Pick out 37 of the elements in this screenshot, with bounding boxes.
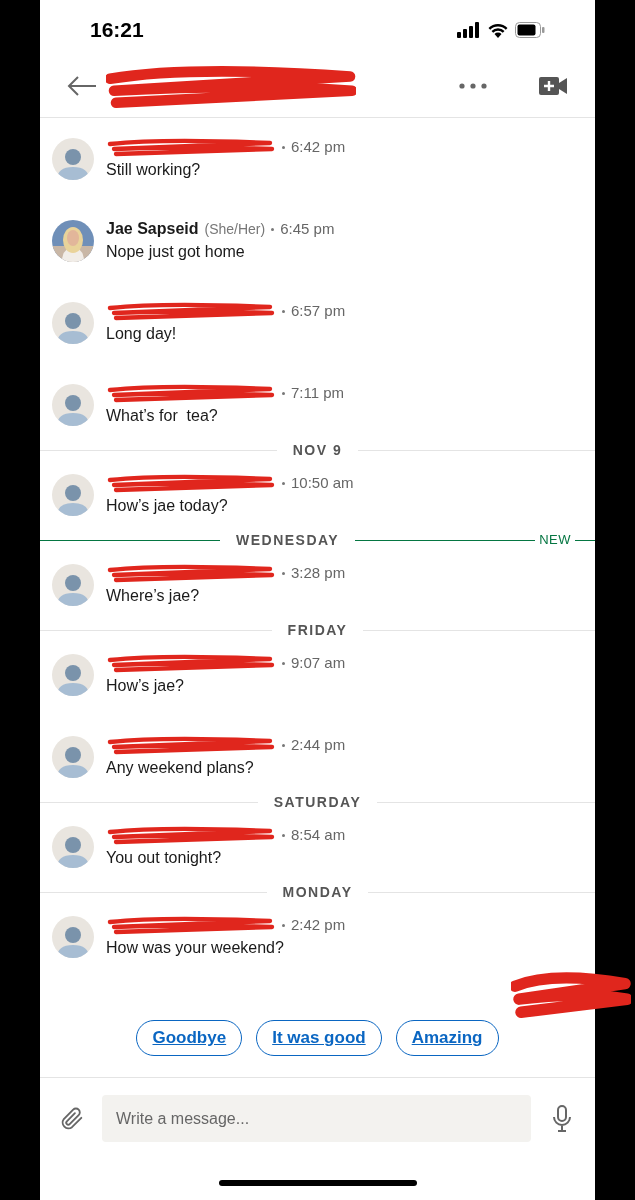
- message-text: Where’s jae?: [106, 586, 201, 606]
- battery-icon: [515, 21, 545, 38]
- message-text: How’s jae today?: [106, 496, 229, 516]
- message-time: 6:45 pm: [280, 218, 335, 239]
- sender-name[interactable]: Jae Sapseid: [106, 217, 199, 241]
- message-text: How was your weekend?: [106, 938, 285, 958]
- back-arrow-icon[interactable]: [66, 74, 98, 98]
- sender-pronouns: (She/Her): [204, 219, 266, 239]
- message-time: 2:44 pm: [291, 734, 346, 755]
- message-text: What’s for tea?: [106, 406, 219, 426]
- message-text: You out tonight?: [106, 848, 223, 868]
- message-text: Still working?: [106, 160, 202, 180]
- message-text: Nope just got home: [106, 242, 246, 262]
- message-time: 2:42 pm: [291, 914, 346, 935]
- video-call-icon[interactable]: [539, 76, 567, 96]
- message-time: 9:07 am: [291, 652, 346, 673]
- message-input[interactable]: Write a message...: [102, 1095, 531, 1142]
- message-text: How’s jae?: [106, 676, 185, 696]
- message-time: 8:54 am: [291, 824, 346, 845]
- date-divider-label: WEDNESDAY: [234, 530, 341, 550]
- message-time: 6:42 pm: [291, 136, 346, 157]
- status-time: 16:21: [90, 16, 144, 43]
- new-label: NEW: [538, 531, 572, 550]
- signal-icon: [457, 21, 481, 38]
- more-options-icon[interactable]: [459, 83, 487, 89]
- message-time: 3:28 pm: [291, 562, 346, 583]
- date-divider-label: NOV 9: [291, 440, 344, 460]
- date-divider-label: MONDAY: [281, 882, 354, 902]
- microphone-icon[interactable]: [551, 1103, 573, 1134]
- date-divider-label: FRIDAY: [286, 620, 349, 640]
- message-time: 10:50 am: [291, 472, 354, 493]
- message-time: 7:11 pm: [291, 382, 345, 403]
- message-text: Any weekend plans?: [106, 758, 255, 778]
- wifi-icon: [487, 21, 509, 38]
- message-time: 6:57 pm: [291, 300, 346, 321]
- date-divider-label: SATURDAY: [272, 792, 363, 812]
- message-text: Long day!: [106, 324, 178, 344]
